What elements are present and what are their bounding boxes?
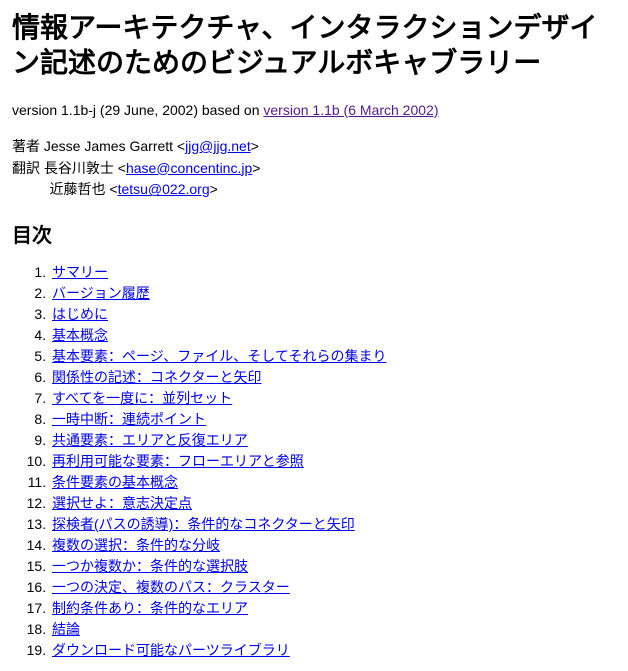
page-title: 情報アーキテクチャ、インタラクションデザイン記述のためのビジュアルボキャブラリー [12,10,616,80]
toc-link[interactable]: 結論 [52,621,80,637]
toc-link[interactable]: すべてを一度に：並列セット [52,390,232,406]
version-prefix: version 1.1b-j (29 June, 2002) based on [12,102,263,118]
toc-item: バージョン履歴 [50,283,616,304]
toc-link[interactable]: 基本概念 [52,327,108,343]
credit-name: 長谷川敦士 [44,160,114,176]
toc-item: 一つか複数か：条件的な選択肢 [50,556,616,577]
toc-item: 一つの決定、複数のパス：クラスター [50,577,616,598]
credit-name: 近藤哲也 [49,181,105,197]
toc-item: 関係性の記述：コネクターと矢印 [50,367,616,388]
toc-link[interactable]: 一時中断：連続ポイント [52,411,206,427]
toc-item: すべてを一度に：並列セット [50,388,616,409]
toc-link[interactable]: 一つの決定、複数のパス：クラスター [52,579,290,595]
version-line: version 1.1b-j (29 June, 2002) based on … [12,102,616,118]
toc-link[interactable]: 関係性の記述：コネクターと矢印 [52,369,261,385]
toc-item: 一時中断：連続ポイント [50,409,616,430]
credit-role: 著者 [12,136,40,158]
toc-item: 複数の選択：条件的な分岐 [50,535,616,556]
credit-email-link[interactable]: hase@concentinc.jp [126,160,252,176]
toc-item: ダウンロード可能なパーツライブラリ [50,640,616,661]
toc-list: サマリー バージョン履歴 はじめに 基本概念 基本要素：ページ、ファイル、そして… [12,262,616,661]
toc-item: 選択せよ：意志決定点 [50,493,616,514]
credit-row: 著者 Jesse James Garrett <jjg@jjg.net> [12,136,616,158]
toc-link[interactable]: はじめに [52,306,108,322]
toc-item: 結論 [50,619,616,640]
credit-role: 翻訳 [12,158,40,180]
toc-item: 再利用可能な要素：フローエリアと参照 [50,451,616,472]
credit-name: Jesse James Garrett [44,138,173,154]
toc-item: 条件要素の基本概念 [50,472,616,493]
base-version-link[interactable]: version 1.1b (6 March 2002) [263,102,438,118]
credit-email-link[interactable]: jjg@jjg.net [185,138,251,154]
toc-item: 探検者(パスの誘導)：条件的なコネクターと矢印 [50,514,616,535]
toc-link[interactable]: 共通要素：エリアと反復エリア [52,432,248,448]
toc-link[interactable]: 再利用可能な要素：フローエリアと参照 [52,453,304,469]
toc-link[interactable]: 基本要素：ページ、ファイル、そしてそれらの集まり [52,348,386,364]
toc-link[interactable]: 探検者(パスの誘導)：条件的なコネクターと矢印 [52,516,355,532]
credit-row: 翻訳 長谷川敦士 <hase@concentinc.jp> [12,158,616,180]
toc-link[interactable]: 制約条件あり：条件的なエリア [52,600,248,616]
toc-item: サマリー [50,262,616,283]
toc-link[interactable]: 一つか複数か：条件的な選択肢 [52,558,248,574]
credits-block: 著者 Jesse James Garrett <jjg@jjg.net> 翻訳 … [12,136,616,201]
toc-item: 共通要素：エリアと反復エリア [50,430,616,451]
toc-item: 基本概念 [50,325,616,346]
toc-link[interactable]: バージョン履歴 [52,285,150,301]
toc-item: はじめに [50,304,616,325]
toc-link[interactable]: 複数の選択：条件的な分岐 [52,537,220,553]
toc-link[interactable]: 条件要素の基本概念 [52,474,178,490]
toc-item: 制約条件あり：条件的なエリア [50,598,616,619]
toc-heading: 目次 [12,219,616,248]
toc-link[interactable]: 選択せよ：意志決定点 [52,495,192,511]
credit-email-link[interactable]: tetsu@022.org [118,181,210,197]
credit-row: 近藤哲也 <tetsu@022.org> [12,179,616,201]
toc-item: 基本要素：ページ、ファイル、そしてそれらの集まり [50,346,616,367]
toc-link[interactable]: サマリー [52,264,108,280]
